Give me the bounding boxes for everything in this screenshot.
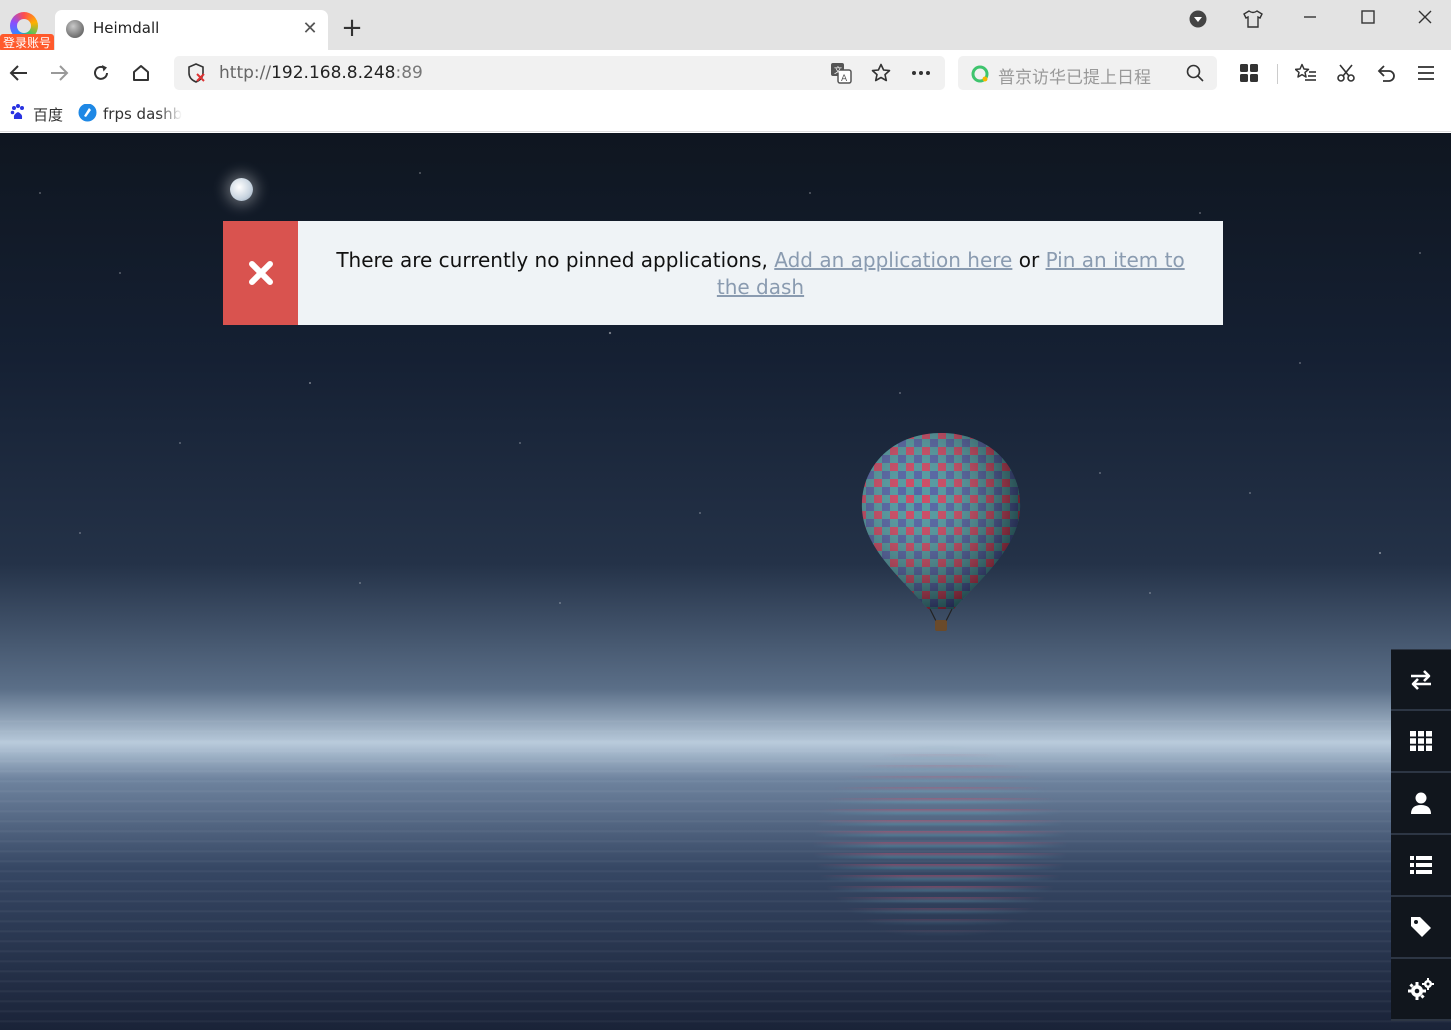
switch-view-button[interactable] — [1391, 649, 1451, 711]
address-bar[interactable]: http://192.168.8.248:89 文A — [174, 56, 945, 90]
bookmark-label: frps dashb — [103, 105, 182, 123]
no-pinned-apps-alert: There are currently no pinned applicatio… — [223, 221, 1223, 325]
search-placeholder: 普京访华已提上日程 — [998, 68, 1151, 88]
download-icon[interactable] — [1178, 4, 1218, 32]
new-tab-button[interactable]: + — [338, 14, 366, 42]
url-text: http://192.168.8.248:89 — [219, 63, 423, 83]
water-surface — [0, 713, 1451, 1030]
forward-arrow-icon[interactable] — [47, 61, 71, 85]
bookmark-label: 百度 — [33, 105, 64, 124]
tab-heimdall[interactable]: Heimdall ✕ — [55, 10, 328, 50]
back-arrow-icon[interactable] — [7, 61, 31, 85]
home-icon[interactable] — [129, 61, 153, 85]
page-background: There are currently no pinned applicatio… — [0, 133, 1451, 1030]
search-engine-icon — [968, 62, 992, 86]
search-box[interactable]: 普京访华已提上日程 — [958, 56, 1217, 90]
error-x-icon — [248, 261, 273, 285]
side-dock — [1391, 649, 1451, 1021]
hot-air-balloon-image — [861, 433, 1021, 631]
tag-icon — [1411, 917, 1431, 937]
browser-toolbar: http://192.168.8.248:89 文A 普京访华已提上日程 — [0, 50, 1451, 96]
alert-icon-box — [223, 221, 298, 325]
alert-text-or: or — [1012, 248, 1046, 272]
toolbar-divider — [1277, 64, 1278, 84]
bookmark-baidu[interactable]: 百度 — [9, 104, 63, 124]
tab-strip: 登录账号 Heimdall ✕ + — [0, 0, 1451, 52]
minimize-icon[interactable] — [1290, 4, 1330, 32]
moon-image — [230, 178, 253, 201]
reload-icon[interactable] — [89, 61, 113, 85]
balloon-reflection — [810, 743, 1070, 943]
starry-sky — [0, 133, 1451, 653]
menu-icon[interactable] — [1414, 61, 1438, 85]
tab-title: Heimdall — [93, 19, 160, 37]
frps-logo-icon — [78, 104, 97, 124]
insecure-shield-icon[interactable] — [184, 61, 208, 85]
translate-icon[interactable]: 文A — [829, 61, 853, 85]
svg-text:A: A — [841, 74, 848, 84]
tags-button[interactable] — [1391, 897, 1451, 959]
settings-button[interactable] — [1391, 959, 1451, 1021]
bookmark-frps[interactable]: frps dashb — [78, 104, 182, 124]
add-application-link[interactable]: Add an application here — [774, 248, 1012, 272]
globe-favicon-icon — [66, 20, 84, 38]
search-icon[interactable] — [1183, 61, 1207, 85]
user-icon — [1411, 792, 1431, 814]
alert-text: There are currently no pinned applicatio… — [336, 248, 775, 272]
list-icon — [1410, 856, 1432, 874]
items-list-button[interactable] — [1391, 835, 1451, 897]
alert-message: There are currently no pinned applicatio… — [298, 221, 1223, 325]
undo-icon[interactable] — [1374, 61, 1398, 85]
switch-view-icon — [1411, 669, 1431, 690]
favorites-list-icon[interactable] — [1294, 61, 1318, 85]
apps-button[interactable] — [1391, 711, 1451, 773]
skin-shirt-icon[interactable] — [1233, 4, 1273, 32]
profile-button[interactable]: 登录账号 — [0, 6, 55, 52]
tab-close-icon[interactable]: ✕ — [299, 18, 321, 40]
window-close-icon[interactable] — [1405, 4, 1445, 32]
apps-grid-icon — [1410, 731, 1432, 751]
settings-cogs-icon — [1408, 978, 1434, 1000]
bookmarks-bar: 百度 frps dashb — [0, 96, 1451, 132]
baidu-paw-icon — [9, 103, 27, 125]
maximize-icon[interactable] — [1348, 4, 1388, 32]
users-button[interactable] — [1391, 773, 1451, 835]
scissors-icon[interactable] — [1334, 61, 1358, 85]
bookmark-star-icon[interactable] — [869, 61, 893, 85]
extensions-grid-icon[interactable] — [1237, 61, 1261, 85]
more-dots-icon[interactable] — [909, 61, 933, 85]
